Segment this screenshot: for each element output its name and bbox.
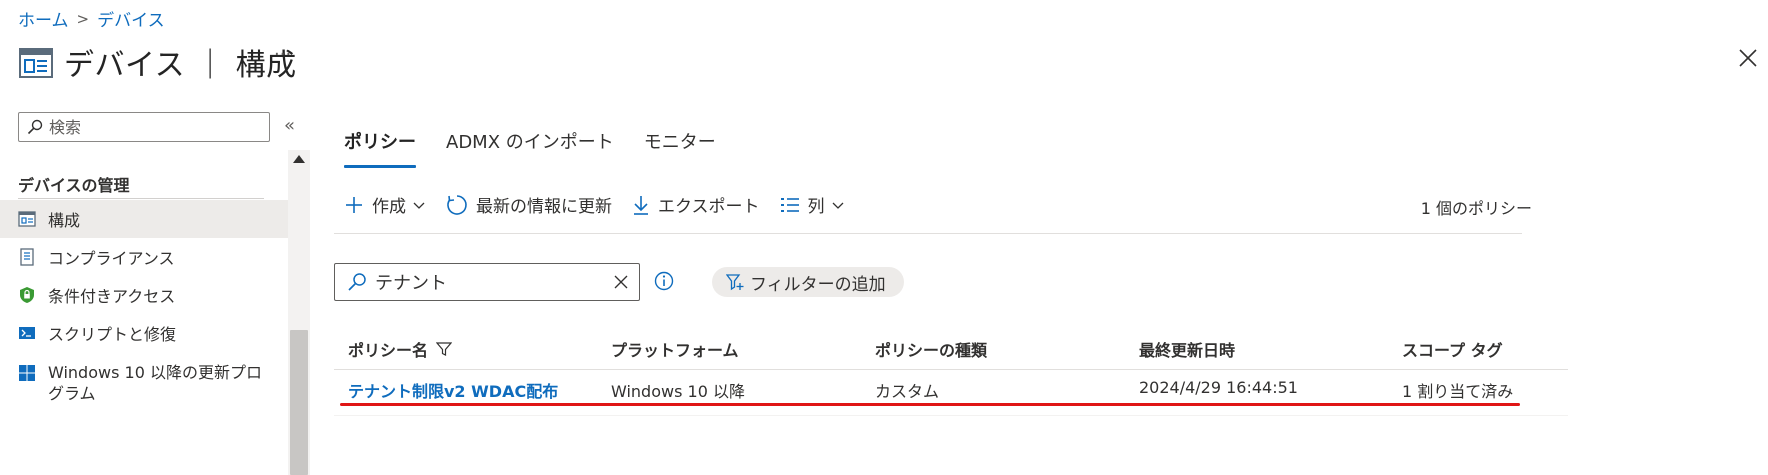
filter-icon[interactable] bbox=[436, 341, 453, 357]
policy-count: 1 個のポリシー bbox=[1420, 199, 1532, 218]
column-label: ポリシー名 bbox=[348, 341, 429, 360]
columns-label: 列 bbox=[807, 197, 825, 217]
columns-button[interactable]: 列 bbox=[780, 192, 845, 217]
download-icon bbox=[634, 195, 648, 215]
add-filter-label: フィルターの追加 bbox=[750, 274, 886, 295]
chevron-down-icon bbox=[413, 202, 425, 209]
plus-icon bbox=[346, 196, 362, 213]
sidebar-nav: 構成 コンプライアンス 条件付きアクセス スクリプトと修復 Windows 10… bbox=[0, 200, 288, 406]
page-header: デバイス ｜ 構成 bbox=[18, 40, 297, 84]
sidebar-item-label: Windows 10 以降の更新プログラム bbox=[48, 363, 262, 403]
column-header-policy-name[interactable]: ポリシー名 bbox=[348, 337, 453, 361]
search-icon bbox=[348, 273, 366, 291]
scrollbar-thumb[interactable] bbox=[290, 330, 308, 475]
policy-search-input[interactable] bbox=[375, 271, 595, 293]
sidebar-search[interactable] bbox=[18, 112, 270, 142]
close-icon[interactable] bbox=[1736, 46, 1760, 70]
info-icon[interactable] bbox=[654, 271, 674, 291]
sidebar-item-label: スクリプトと修復 bbox=[48, 325, 177, 344]
export-label: エクスポート bbox=[658, 197, 760, 217]
policy-search[interactable] bbox=[334, 263, 640, 301]
device-configuration-icon bbox=[19, 48, 53, 78]
sidebar-item-conditional-access[interactable]: 条件付きアクセス bbox=[0, 276, 288, 314]
sidebar-item-configuration[interactable]: 構成 bbox=[0, 200, 288, 238]
column-header-policy-type[interactable]: ポリシーの種類 bbox=[875, 337, 987, 361]
scope-tags-cell: 1 割り当て済み bbox=[1402, 382, 1514, 401]
breadcrumb-devices-link[interactable]: デバイス bbox=[97, 6, 165, 31]
chevron-down-icon bbox=[832, 202, 843, 209]
script-icon bbox=[19, 327, 35, 339]
column-header-scope-tags[interactable]: スコープ タグ bbox=[1402, 337, 1503, 361]
refresh-label: 最新の情報に更新 bbox=[476, 197, 612, 217]
column-header-last-modified[interactable]: 最終更新日時 bbox=[1139, 337, 1235, 361]
tab-bar: ポリシー ADMX のインポート モニター bbox=[344, 128, 746, 168]
column-header-platform[interactable]: プラットフォーム bbox=[611, 337, 739, 361]
sidebar-item-compliance[interactable]: コンプライアンス bbox=[0, 238, 288, 276]
sidebar-item-label: 条件付きアクセス bbox=[48, 287, 176, 306]
more-options-button[interactable]: ··· bbox=[274, 44, 291, 65]
create-label: 作成 bbox=[372, 197, 406, 217]
shield-lock-icon bbox=[20, 287, 34, 303]
tab-admx-import[interactable]: ADMX のインポート bbox=[446, 128, 614, 168]
clear-icon[interactable] bbox=[613, 274, 629, 290]
refresh-button[interactable]: 最新の情報に更新 bbox=[446, 192, 612, 217]
breadcrumb: ホーム > デバイス bbox=[18, 6, 165, 32]
table-header: ポリシー名 プラットフォーム ポリシーの種類 最終更新日時 スコープ タグ bbox=[334, 330, 1568, 368]
windows-icon bbox=[19, 365, 35, 381]
tab-policies[interactable]: ポリシー bbox=[344, 128, 416, 168]
sidebar-item-label: コンプライアンス bbox=[48, 249, 175, 268]
sidebar-item-windows-updates[interactable]: Windows 10 以降の更新プログラム bbox=[0, 352, 288, 406]
sidebar-search-input[interactable] bbox=[49, 117, 249, 137]
red-highlight-underline bbox=[340, 403, 1520, 406]
configuration-icon bbox=[18, 211, 36, 227]
policy-type-cell: カスタム bbox=[875, 382, 940, 401]
divider bbox=[334, 233, 1522, 234]
divider bbox=[334, 369, 1568, 370]
policy-name-link[interactable]: テナント制限v2 WDAC配布 bbox=[348, 378, 558, 402]
collapse-sidebar-button[interactable]: « bbox=[284, 115, 295, 136]
page-title: デバイス ｜ 構成 bbox=[64, 48, 297, 83]
scroll-up-arrow-icon[interactable] bbox=[293, 155, 305, 163]
last-modified-cell: 2024/4/29 16:44:51 bbox=[1139, 378, 1298, 397]
refresh-icon bbox=[447, 194, 467, 215]
toolbar: 作成 最新の情報に更新 エクスポート 列 bbox=[344, 192, 865, 217]
sidebar-item-scripts[interactable]: スクリプトと修復 bbox=[0, 314, 288, 352]
create-button[interactable]: 作成 bbox=[344, 192, 426, 217]
search-icon bbox=[27, 119, 43, 135]
filter-add-icon bbox=[726, 274, 744, 291]
table-row[interactable]: テナント制限v2 WDAC配布 Windows 10 以降 カスタム 2024/… bbox=[334, 372, 1568, 404]
breadcrumb-separator: > bbox=[76, 9, 90, 28]
sidebar-section-title: デバイスの管理 bbox=[18, 176, 130, 195]
divider bbox=[334, 415, 1568, 416]
sidebar-item-label: 構成 bbox=[48, 211, 81, 230]
breadcrumb-home-link[interactable]: ホーム bbox=[18, 6, 69, 31]
list-columns-icon bbox=[780, 197, 799, 212]
tab-monitor[interactable]: モニター bbox=[644, 128, 716, 168]
export-button[interactable]: エクスポート bbox=[632, 192, 760, 217]
divider bbox=[18, 198, 264, 199]
compliance-icon bbox=[20, 248, 34, 266]
add-filter-button[interactable]: フィルターの追加 bbox=[712, 267, 904, 297]
platform-cell: Windows 10 以降 bbox=[611, 382, 745, 401]
